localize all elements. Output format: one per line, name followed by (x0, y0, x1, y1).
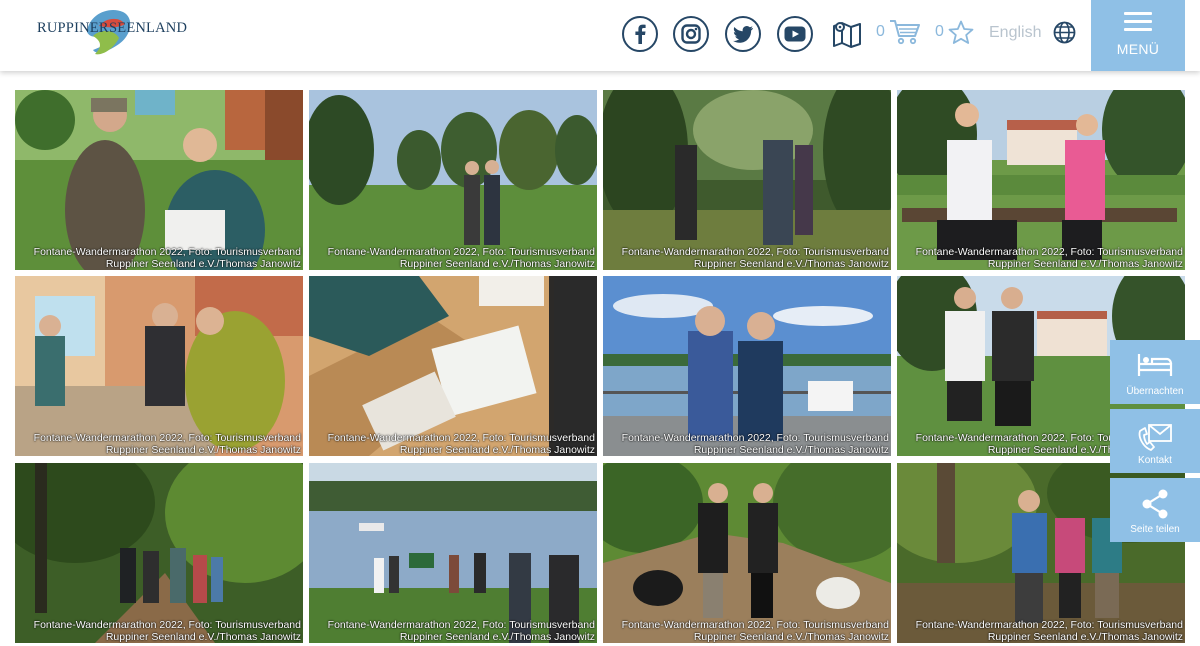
bed-icon (1137, 354, 1173, 376)
photo-caption: Fontane-Wandermarathon 2022, Foto: Touri… (327, 246, 595, 270)
gallery-photo[interactable]: Fontane-Wandermarathon 2022, Foto: Touri… (897, 90, 1185, 270)
gallery-photo[interactable]: Fontane-Wandermarathon 2022, Foto: Touri… (603, 90, 891, 270)
instagram-icon[interactable] (673, 16, 709, 52)
language-switch[interactable]: English (989, 24, 1041, 42)
cart-count: 0 (876, 23, 885, 40)
gallery-photo[interactable]: Fontane-Wandermarathon 2022, Foto: Touri… (15, 90, 303, 270)
photo-caption: Fontane-Wandermarathon 2022, Foto: Touri… (327, 619, 595, 643)
share-button[interactable]: Seite teilen (1110, 478, 1200, 542)
photo-image (15, 276, 303, 456)
photo-caption: Fontane-Wandermarathon 2022, Foto: Touri… (621, 246, 889, 270)
logo-text-left: RUPPINER (37, 20, 109, 36)
gallery-photo[interactable]: Fontane-Wandermarathon 2022, Foto: Touri… (309, 90, 597, 270)
globe-icon[interactable] (1053, 21, 1076, 44)
hamburger-icon (1124, 12, 1152, 36)
gallery-photo[interactable]: Fontane-Wandermarathon 2022, Foto: Touri… (15, 276, 303, 456)
facebook-icon[interactable] (622, 16, 658, 52)
photo-caption: Fontane-Wandermarathon 2022, Foto: Touri… (915, 619, 1183, 643)
gallery-photo[interactable]: Fontane-Wandermarathon 2022, Foto: Touri… (309, 463, 597, 643)
gallery-photo[interactable]: Fontane-Wandermarathon 2022, Foto: Touri… (603, 463, 891, 643)
contact-icon (1138, 424, 1172, 451)
photo-caption: Fontane-Wandermarathon 2022, Foto: Touri… (621, 432, 889, 456)
menu-button[interactable]: MENÜ (1091, 0, 1185, 71)
photo-image (897, 90, 1185, 270)
photo-image (309, 276, 597, 456)
map-icon[interactable] (832, 20, 862, 48)
gallery-photo[interactable]: Fontane-Wandermarathon 2022, Foto: Touri… (15, 463, 303, 643)
photo-image (15, 463, 303, 643)
photo-image (603, 463, 891, 643)
photo-image (309, 90, 597, 270)
photo-caption: Fontane-Wandermarathon 2022, Foto: Touri… (621, 619, 889, 643)
overnight-button[interactable]: Übernachten (1110, 340, 1200, 404)
youtube-icon[interactable] (777, 16, 813, 52)
cart-icon[interactable] (889, 19, 921, 45)
star-icon[interactable] (948, 20, 974, 45)
logo-text-right: SEENLAND (109, 20, 188, 36)
menu-label: MENÜ (1116, 41, 1160, 57)
photo-image (309, 463, 597, 643)
photo-caption: Fontane-Wandermarathon 2022, Foto: Touri… (33, 246, 301, 270)
site-header: RUPPINER SEENLAND 0 0 English MENÜ (0, 0, 1200, 71)
photo-caption: Fontane-Wandermarathon 2022, Foto: Touri… (33, 619, 301, 643)
gallery-photo[interactable]: Fontane-Wandermarathon 2022, Foto: Touri… (309, 276, 597, 456)
photo-caption: Fontane-Wandermarathon 2022, Foto: Touri… (33, 432, 301, 456)
photo-image (603, 276, 891, 456)
photo-caption: Fontane-Wandermarathon 2022, Foto: Touri… (327, 432, 595, 456)
contact-button[interactable]: Kontakt (1110, 409, 1200, 473)
photo-image (603, 90, 891, 270)
share-label: Seite teilen (1130, 524, 1180, 535)
twitter-icon[interactable] (725, 16, 761, 52)
favorites-count: 0 (935, 23, 944, 40)
photo-caption: Fontane-Wandermarathon 2022, Foto: Touri… (915, 246, 1183, 270)
contact-label: Kontakt (1138, 455, 1172, 466)
photo-image (15, 90, 303, 270)
gallery-photo[interactable]: Fontane-Wandermarathon 2022, Foto: Touri… (603, 276, 891, 456)
share-icon (1142, 489, 1168, 519)
logo[interactable]: RUPPINER SEENLAND (37, 6, 197, 58)
overnight-label: Übernachten (1126, 386, 1184, 397)
